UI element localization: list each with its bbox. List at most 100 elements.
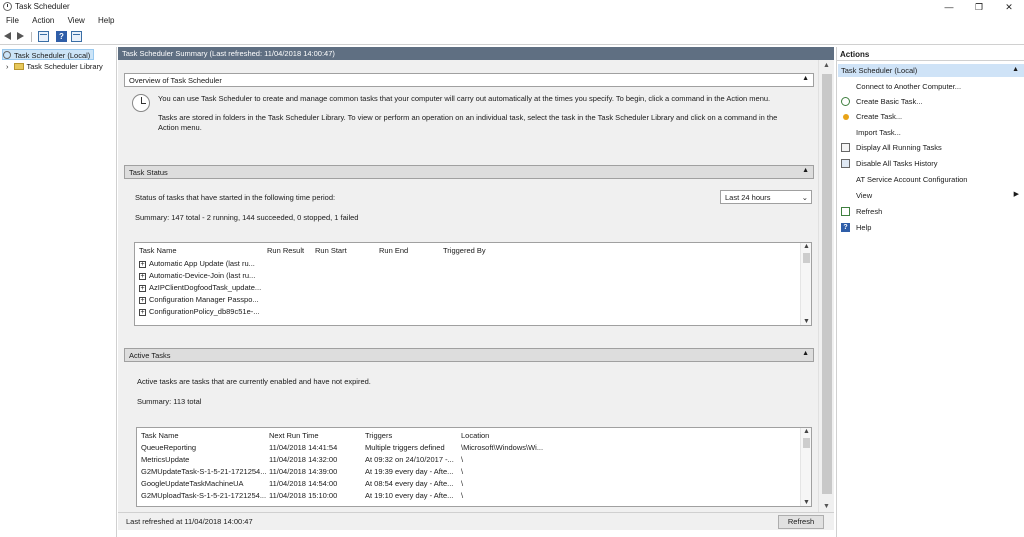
task-name: G2MUploadTask-S-1-5-21-1721254...: [141, 491, 267, 500]
list-item[interactable]: + AzIPClientDogfoodTask_update...: [139, 283, 261, 292]
action-pane-icon[interactable]: [71, 31, 82, 42]
task-name: MetricsUpdate: [141, 455, 190, 464]
location: \: [461, 491, 464, 500]
table-row[interactable]: GoogleUpdateTaskMachineUA 11/04/2018 14:…: [141, 479, 801, 491]
action-at-service-account[interactable]: AT Service Account Configuration: [837, 173, 1024, 186]
next-run-time: 11/04/2018 14:32:00: [269, 455, 338, 464]
action-label: Create Basic Task...: [856, 97, 923, 106]
table-row[interactable]: G2MUploadTask-S-1-5-21-1721254... 11/04/…: [141, 491, 801, 503]
location: \Microsoft\Windows\Wi...: [461, 443, 544, 452]
table-row[interactable]: G2MUpdateTask-S-1-5-21-1721254... 11/04/…: [141, 467, 801, 479]
table-row[interactable]: QueueReporting 11/04/2018 14:41:54 Multi…: [141, 443, 801, 455]
expand-icon[interactable]: +: [139, 273, 146, 280]
maximize-button[interactable]: ❐: [964, 0, 994, 14]
menu-help[interactable]: Help: [92, 14, 119, 25]
collapse-icon[interactable]: ▲: [1012, 66, 1019, 73]
task-status-section-header[interactable]: Task Status ▲: [124, 165, 814, 179]
action-label: Import Task...: [856, 128, 901, 137]
list-item[interactable]: + Automatic-Device-Join (last ru...: [139, 271, 255, 280]
close-button[interactable]: ✕: [994, 0, 1024, 14]
column-header[interactable]: Task Name: [139, 246, 177, 255]
triggers: Multiple triggers defined: [365, 443, 445, 452]
title-bar: Task Scheduler — ❐ ✕: [0, 0, 1024, 14]
scroll-up-icon[interactable]: ▲: [803, 243, 810, 250]
scroll-down-icon[interactable]: ▼: [823, 503, 830, 510]
submenu-arrow-icon: ▶: [1013, 191, 1019, 198]
expand-icon[interactable]: +: [139, 309, 146, 316]
expand-icon[interactable]: +: [139, 261, 146, 268]
summary-pane: Task Scheduler Summary (Last refreshed: …: [118, 47, 834, 537]
action-create-task[interactable]: Create Task...: [837, 110, 1024, 123]
menu-file[interactable]: File: [0, 14, 24, 25]
list-scrollbar[interactable]: ▲ ▼: [800, 428, 811, 506]
scroll-thumb[interactable]: [803, 438, 810, 448]
action-help[interactable]: ? Help: [837, 221, 1024, 234]
collapse-icon[interactable]: ▲: [802, 167, 809, 174]
scroll-thumb[interactable]: [803, 253, 810, 263]
collapse-icon[interactable]: ▲: [802, 350, 809, 357]
tree-item-task-scheduler-local[interactable]: Task Scheduler (Local): [2, 49, 94, 60]
scroll-down-icon[interactable]: ▼: [803, 499, 810, 506]
menu-bar: File Action View Help: [0, 14, 1024, 28]
summary-scrollbar[interactable]: ▲ ▼: [818, 60, 834, 512]
refresh-button[interactable]: Refresh: [778, 515, 824, 529]
menu-view[interactable]: View: [62, 14, 90, 25]
minimize-button[interactable]: —: [934, 0, 964, 14]
triggers: At 08:54 every day - Afte...: [365, 479, 454, 488]
collapse-icon[interactable]: ▲: [802, 75, 809, 82]
scroll-up-icon[interactable]: ▲: [823, 62, 830, 69]
section-title: Overview of Task Scheduler: [129, 76, 222, 85]
expand-icon[interactable]: +: [139, 297, 146, 304]
column-header[interactable]: Triggered By: [443, 246, 486, 255]
table-row[interactable]: MetricsUpdate 11/04/2018 14:32:00 At 09:…: [141, 455, 801, 467]
scroll-thumb[interactable]: [822, 74, 832, 494]
location: \: [461, 467, 464, 476]
clock-icon: [3, 2, 12, 11]
column-header[interactable]: Next Run Time: [269, 431, 319, 440]
action-label: Refresh: [856, 207, 883, 216]
actions-pane: Actions Task Scheduler (Local) ▲ Connect…: [836, 47, 1024, 537]
action-label: Disable All Tasks History: [856, 159, 938, 168]
location: \: [461, 479, 464, 488]
menu-action[interactable]: Action: [26, 14, 59, 25]
list-item[interactable]: + Automatic App Update (last ru...: [139, 259, 255, 268]
task-name: Configuration Manager Passpo...: [149, 295, 259, 304]
overview-section-header[interactable]: Overview of Task Scheduler ▲: [124, 73, 814, 87]
column-header[interactable]: Run End: [379, 246, 408, 255]
section-title: Active Tasks: [129, 351, 171, 360]
actions-group-header[interactable]: Task Scheduler (Local) ▲: [838, 64, 1024, 77]
action-disable-tasks-history[interactable]: Disable All Tasks History: [837, 157, 1024, 170]
column-header[interactable]: Run Result: [267, 246, 304, 255]
action-display-running-tasks[interactable]: Display All Running Tasks: [837, 141, 1024, 154]
column-header[interactable]: Triggers: [365, 431, 392, 440]
active-tasks-section-header[interactable]: Active Tasks ▲: [124, 348, 814, 362]
column-header[interactable]: Run Start: [315, 246, 347, 255]
list-item[interactable]: + ConfigurationPolicy_db89c51e-...: [139, 307, 260, 316]
help-icon: ?: [841, 223, 850, 232]
column-header[interactable]: Location: [461, 431, 489, 440]
list-scrollbar[interactable]: ▲ ▼: [800, 243, 811, 325]
action-import-task[interactable]: Import Task...: [837, 126, 1024, 139]
period-select[interactable]: Last 24 hours ⌄: [720, 190, 812, 204]
scroll-up-icon[interactable]: ▲: [803, 428, 810, 435]
expand-icon[interactable]: ›: [6, 62, 9, 71]
summary-content: Overview of Task Scheduler ▲ You can use…: [118, 60, 818, 512]
navigation-tree: Task Scheduler (Local) › Task Scheduler L…: [0, 47, 117, 537]
console-tree-icon[interactable]: [38, 31, 49, 42]
action-connect-another-computer[interactable]: Connect to Another Computer...: [837, 80, 1024, 93]
list-item[interactable]: + Configuration Manager Passpo...: [139, 295, 259, 304]
task-status-list[interactable]: Task Name Run Result Run Start Run End T…: [134, 242, 812, 326]
task-name: G2MUpdateTask-S-1-5-21-1721254...: [141, 467, 267, 476]
back-button[interactable]: [4, 31, 15, 42]
help-icon[interactable]: ?: [56, 31, 67, 42]
scroll-down-icon[interactable]: ▼: [803, 318, 810, 325]
action-create-basic-task[interactable]: Create Basic Task...: [837, 95, 1024, 108]
action-view[interactable]: View ▶: [837, 189, 1024, 202]
column-header[interactable]: Task Name: [141, 431, 179, 440]
period-value: Last 24 hours: [725, 193, 771, 202]
forward-button[interactable]: [17, 31, 28, 42]
tree-item-task-scheduler-library[interactable]: › Task Scheduler Library: [6, 61, 103, 72]
active-tasks-list[interactable]: Task Name Next Run Time Triggers Locatio…: [136, 427, 812, 507]
action-refresh[interactable]: Refresh: [837, 205, 1024, 218]
expand-icon[interactable]: +: [139, 285, 146, 292]
